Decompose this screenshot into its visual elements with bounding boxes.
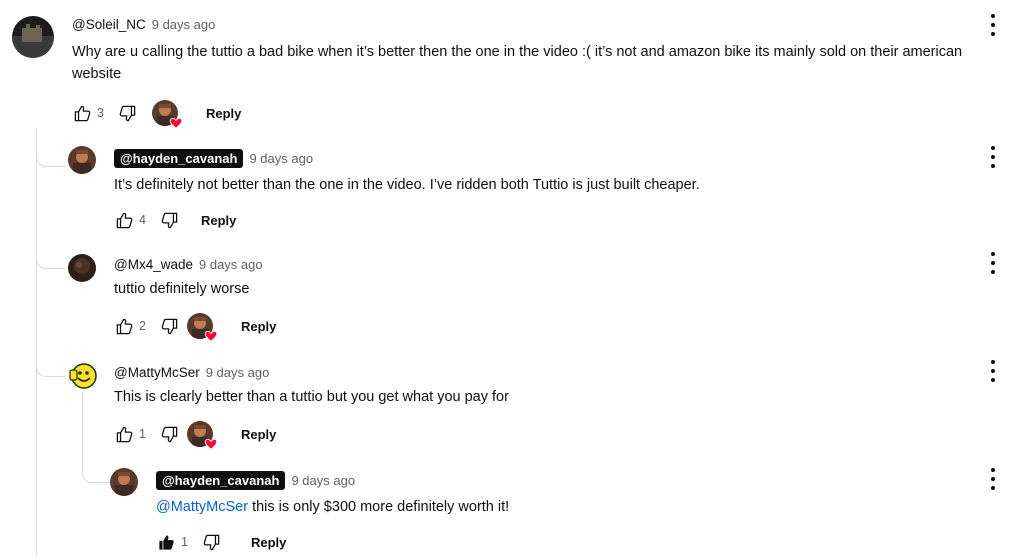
- dislike-button[interactable]: [159, 210, 179, 230]
- comment-time[interactable]: 9 days ago: [206, 365, 270, 380]
- avatar[interactable]: [12, 16, 54, 58]
- thread-connector: [36, 236, 65, 269]
- comment-text: tuttio definitely worse: [114, 281, 250, 297]
- more-vert-icon[interactable]: [989, 468, 997, 490]
- comment-time[interactable]: 9 days ago: [152, 17, 216, 32]
- like-count: 1: [139, 427, 146, 441]
- more-vert-icon[interactable]: [989, 14, 997, 36]
- reply-button[interactable]: Reply: [241, 427, 276, 442]
- thumb-down-outline-icon: [203, 534, 219, 550]
- comment-time[interactable]: 9 days ago: [249, 151, 313, 166]
- more-vert-icon[interactable]: [989, 146, 997, 168]
- like-button[interactable]: [156, 532, 176, 552]
- more-vert-icon[interactable]: [989, 360, 997, 382]
- like-button[interactable]: [114, 210, 134, 230]
- thread-connector: [36, 342, 65, 377]
- thread-connector: [36, 128, 65, 167]
- comment-text-body: this is only $300 more definitely worth …: [248, 499, 510, 515]
- avatar[interactable]: [68, 254, 96, 282]
- like-count: 1: [181, 535, 188, 549]
- comment-text: This is clearly better than a tuttio but…: [114, 389, 509, 405]
- comment: @MattyMcSer 9 days ago This is clearly b…: [114, 362, 974, 450]
- comment-text: Why are u calling the tuttio a bad bike …: [72, 44, 963, 82]
- creator-heart: [152, 100, 183, 129]
- reply-button[interactable]: Reply: [206, 106, 241, 121]
- thumb-up-outline-icon: [116, 212, 132, 228]
- creator-heart: [187, 421, 218, 450]
- like-button[interactable]: [72, 103, 92, 123]
- comment-text: @MattyMcSer this is only $300 more defin…: [156, 496, 956, 518]
- comment-author[interactable]: @Soleil_NC: [72, 17, 146, 32]
- dislike-button[interactable]: [117, 103, 137, 123]
- comment: @hayden_cavanah 9 days ago @MattyMcSer t…: [156, 470, 956, 554]
- like-count: 4: [139, 213, 146, 227]
- comment-author[interactable]: @Mx4_wade: [114, 257, 193, 272]
- more-vert-icon[interactable]: [989, 252, 997, 274]
- avatar[interactable]: [68, 146, 96, 174]
- like-count: 3: [97, 106, 104, 120]
- mention-link[interactable]: @MattyMcSer: [156, 499, 248, 515]
- thumb-down-outline-icon: [119, 105, 135, 121]
- reply-button[interactable]: Reply: [251, 535, 286, 550]
- creator-author-chip[interactable]: @hayden_cavanah: [114, 148, 244, 168]
- thumb-up-filled-icon: [158, 534, 174, 550]
- thumb-down-outline-icon: [161, 426, 177, 442]
- thumb-up-outline-icon: [116, 426, 132, 442]
- comment: @Soleil_NC 9 days ago Why are u calling …: [72, 14, 1002, 129]
- reply-button[interactable]: Reply: [241, 319, 276, 334]
- heart-icon: [169, 117, 183, 129]
- thumb-down-outline-icon: [161, 318, 177, 334]
- comment: @hayden_cavanah 9 days ago It’s definite…: [114, 148, 974, 232]
- avatar[interactable]: [68, 360, 98, 390]
- comment-time[interactable]: 9 days ago: [291, 473, 355, 488]
- creator-author-chip[interactable]: @hayden_cavanah: [156, 470, 286, 490]
- comment-time[interactable]: 9 days ago: [199, 257, 263, 272]
- thumb-up-outline-icon: [116, 318, 132, 334]
- comment: @Mx4_wade 9 days ago tuttio definitely w…: [114, 254, 974, 342]
- thumb-up-outline-icon: [74, 105, 90, 121]
- thread-connector: [82, 420, 109, 483]
- creator-heart: [187, 313, 218, 342]
- heart-icon: [204, 330, 218, 342]
- like-button[interactable]: [114, 316, 134, 336]
- comment-author[interactable]: @MattyMcSer: [114, 365, 200, 380]
- like-button[interactable]: [114, 424, 134, 444]
- avatar[interactable]: [110, 468, 138, 496]
- dislike-button[interactable]: [201, 532, 221, 552]
- dislike-button[interactable]: [159, 316, 179, 336]
- like-count: 2: [139, 319, 146, 333]
- reply-button[interactable]: Reply: [201, 213, 236, 228]
- heart-icon: [204, 438, 218, 450]
- comment-text: It’s definitely not better than the one …: [114, 177, 700, 193]
- dislike-button[interactable]: [159, 424, 179, 444]
- thumb-down-outline-icon: [161, 212, 177, 228]
